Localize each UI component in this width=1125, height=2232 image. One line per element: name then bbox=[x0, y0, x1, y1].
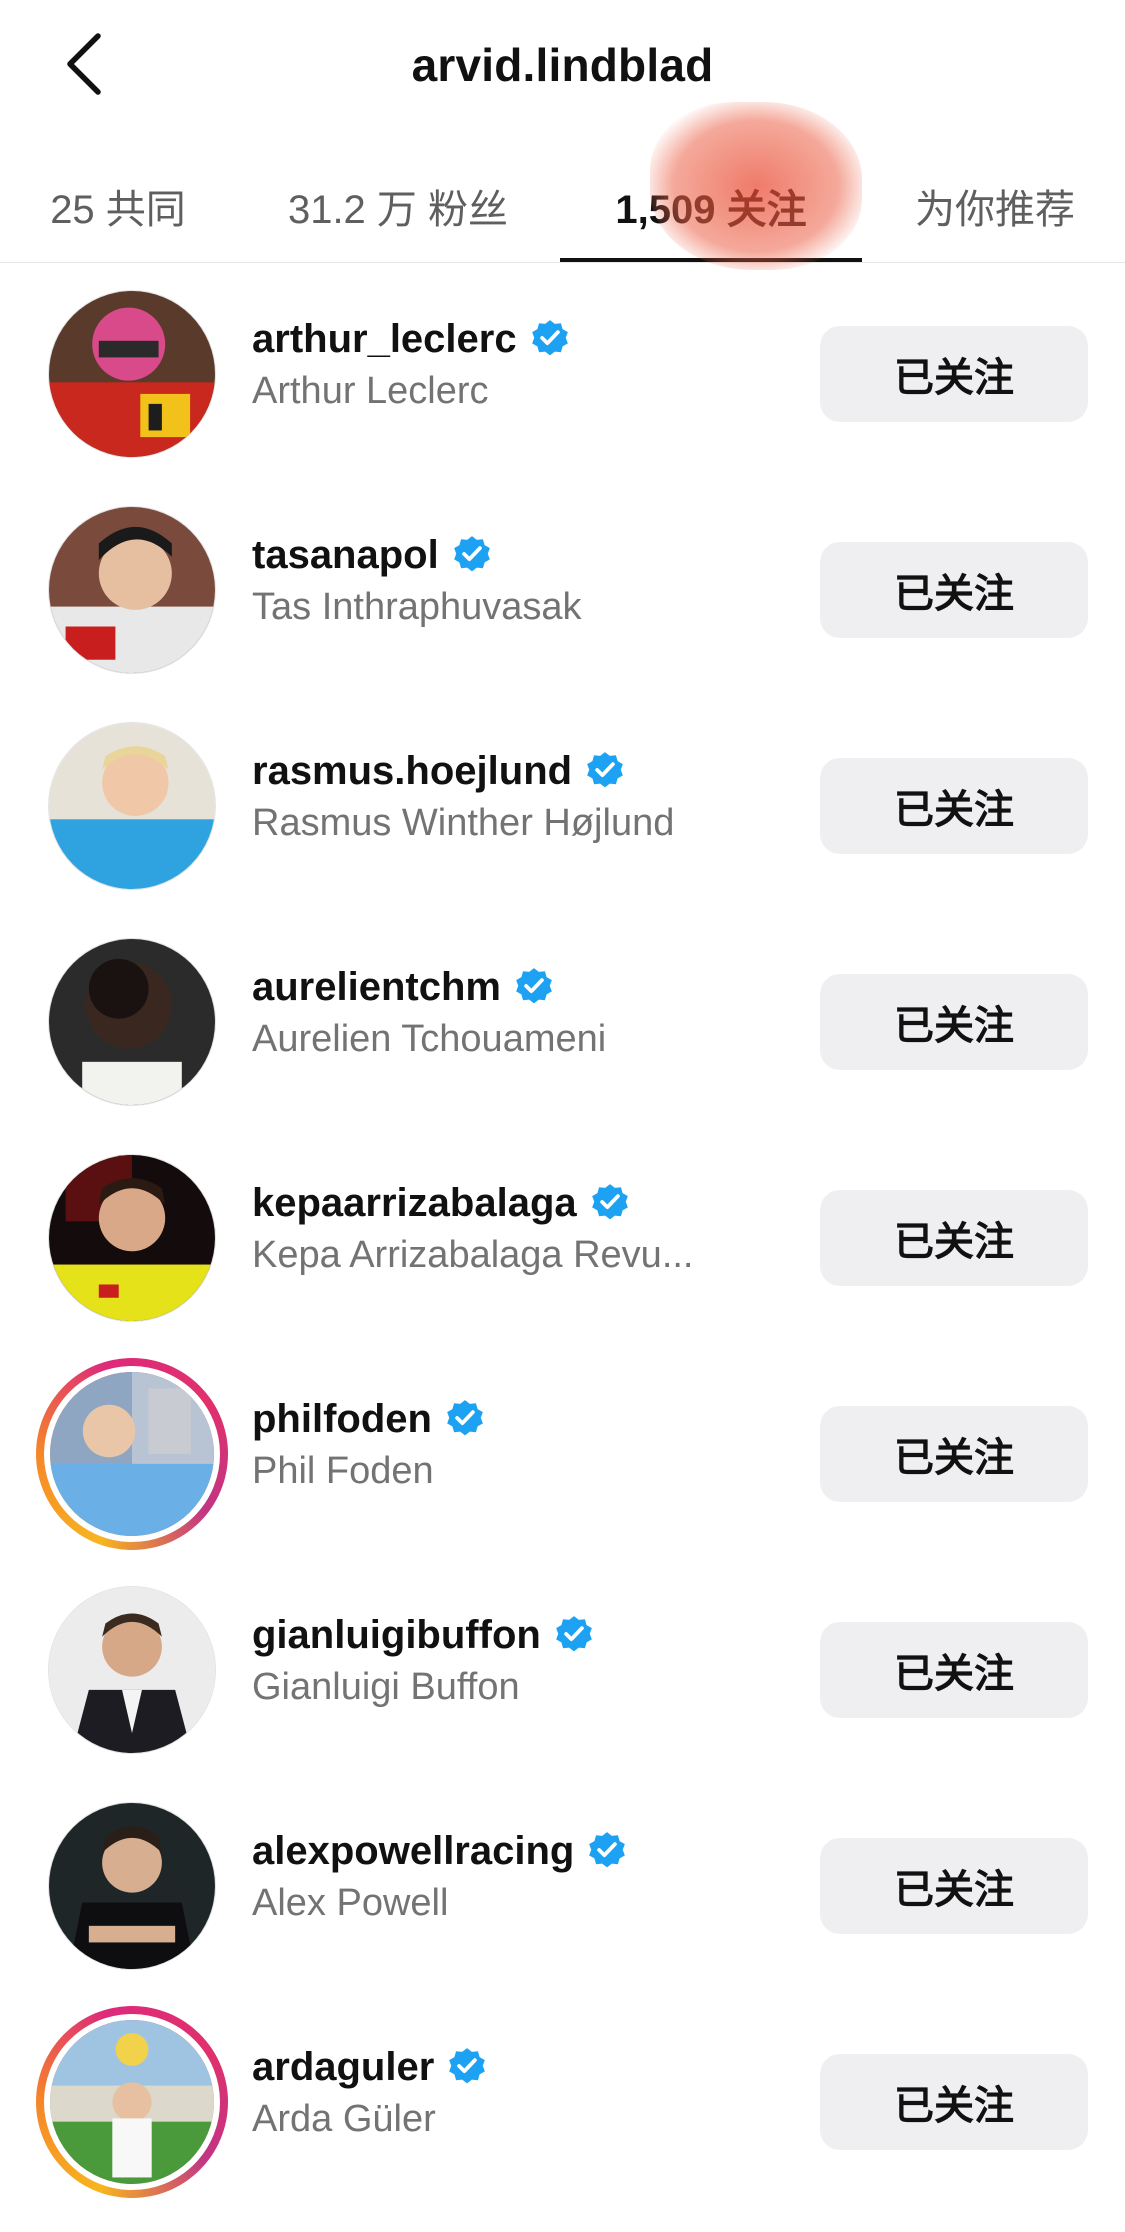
full-name: Alex Powell bbox=[252, 1882, 449, 1924]
verified-badge-icon bbox=[447, 1400, 483, 1436]
list-item: arthur_leclerc Arthur Leclerc 已关注 bbox=[0, 288, 1125, 504]
tab-bar: 25 共同 31.2 万 粉丝 1,509 关注 为你推荐 bbox=[0, 150, 1125, 263]
list-item: kepaarrizabalaga Kepa Arrizabalaga Revu.… bbox=[0, 1152, 1125, 1368]
full-name: Arda Güler bbox=[252, 2098, 436, 2140]
following-button[interactable]: 已关注 bbox=[820, 1622, 1088, 1718]
username[interactable]: gianluigibuffon bbox=[252, 1613, 541, 1658]
avatar[interactable] bbox=[48, 722, 216, 890]
full-name: Gianluigi Buffon bbox=[252, 1666, 520, 1708]
top-navigation-bar: arvid.lindblad bbox=[0, 0, 1125, 130]
avatar[interactable] bbox=[48, 1586, 216, 1754]
full-name: Arthur Leclerc bbox=[252, 370, 489, 412]
following-button[interactable]: 已关注 bbox=[820, 1838, 1088, 1934]
tab-mutual[interactable]: 25 共同 bbox=[0, 150, 236, 262]
username[interactable]: aurelientchm bbox=[252, 965, 501, 1010]
verified-badge-icon bbox=[453, 536, 490, 572]
avatar-with-story-ring[interactable] bbox=[36, 2006, 228, 2198]
full-name: Aurelien Tchouameni bbox=[252, 1018, 607, 1060]
tab-followers[interactable]: 31.2 万 粉丝 bbox=[256, 150, 540, 262]
avatar[interactable] bbox=[48, 938, 216, 1106]
following-button[interactable]: 已关注 bbox=[820, 974, 1088, 1070]
page-title: arvid.lindblad bbox=[411, 39, 714, 91]
username[interactable]: kepaarrizabalaga bbox=[252, 1181, 577, 1226]
avatar[interactable] bbox=[48, 1802, 216, 1970]
username[interactable]: philfoden bbox=[252, 1397, 432, 1442]
avatar[interactable] bbox=[48, 506, 216, 674]
full-name: Tas Inthraphuvasak bbox=[252, 586, 582, 628]
list-item: gianluigibuffon Gianluigi Buffon 已关注 bbox=[0, 1584, 1125, 1800]
verified-badge-icon bbox=[587, 752, 623, 788]
following-button[interactable]: 已关注 bbox=[820, 542, 1088, 638]
verified-badge-icon bbox=[516, 968, 552, 1004]
username[interactable]: tasanapol bbox=[252, 533, 439, 578]
list-item: alexpowellracing Alex Powell 已关注 bbox=[0, 1800, 1125, 2016]
following-button[interactable]: 已关注 bbox=[820, 326, 1088, 422]
username[interactable]: arthur_leclerc bbox=[252, 317, 517, 362]
list-item: philfoden Phil Foden 已关注 bbox=[0, 1358, 1125, 1584]
full-name: Phil Foden bbox=[252, 1450, 434, 1492]
active-tab-indicator bbox=[560, 258, 862, 262]
username[interactable]: ardaguler bbox=[252, 2045, 434, 2090]
list-item: aurelientchm Aurelien Tchouameni 已关注 bbox=[0, 936, 1125, 1152]
verified-badge-icon bbox=[591, 1184, 628, 1220]
avatar[interactable] bbox=[48, 1154, 216, 1322]
list-item: rasmus.hoejlund Rasmus Winther Højlund 已… bbox=[0, 720, 1125, 936]
verified-badge-icon bbox=[555, 1616, 592, 1652]
following-button[interactable]: 已关注 bbox=[820, 1406, 1088, 1502]
verified-badge-icon bbox=[531, 320, 568, 356]
following-button[interactable]: 已关注 bbox=[820, 2054, 1088, 2150]
full-name: Rasmus Winther Højlund bbox=[252, 802, 675, 844]
following-button[interactable]: 已关注 bbox=[820, 1190, 1088, 1286]
username[interactable]: alexpowellracing bbox=[252, 1829, 574, 1874]
tab-suggested[interactable]: 为你推荐 bbox=[880, 150, 1110, 262]
verified-badge-icon bbox=[449, 2048, 486, 2084]
full-name: Kepa Arrizabalaga Revu... bbox=[252, 1234, 694, 1276]
following-button[interactable]: 已关注 bbox=[820, 758, 1088, 854]
username[interactable]: rasmus.hoejlund bbox=[252, 749, 572, 794]
avatar-with-story-ring[interactable] bbox=[36, 1358, 228, 1550]
list-item: ardaguler Arda Güler 已关注 bbox=[0, 2006, 1125, 2232]
tab-following[interactable]: 1,509 关注 bbox=[560, 150, 862, 262]
avatar[interactable] bbox=[48, 290, 216, 458]
verified-badge-icon bbox=[589, 1832, 626, 1868]
list-item: tasanapol Tas Inthraphuvasak 已关注 bbox=[0, 504, 1125, 720]
